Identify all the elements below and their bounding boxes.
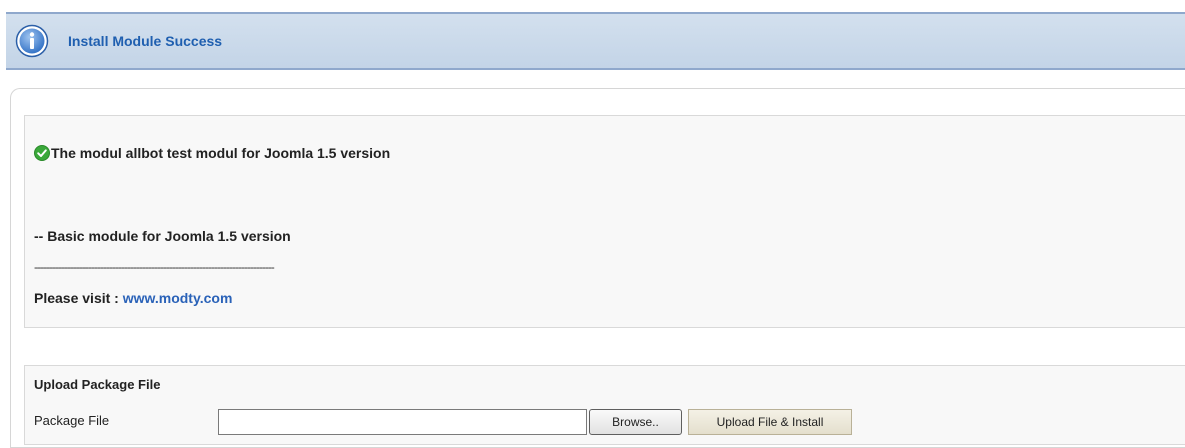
upload-title: Upload Package File (34, 377, 161, 392)
visit-link[interactable]: www.modty.com (123, 290, 233, 306)
module-installed-text: The modul allbot test modul for Joomla 1… (51, 145, 391, 161)
info-icon (14, 23, 50, 59)
upload-install-button[interactable]: Upload File & Install (688, 409, 852, 435)
separator-line: ----------------------------------------… (34, 260, 275, 274)
visit-label: Please visit : (34, 290, 119, 306)
browse-button[interactable]: Browse.. (589, 409, 682, 435)
package-file-input[interactable] (218, 409, 587, 435)
visit-line: Please visit : www.modty.com (34, 290, 232, 306)
package-file-label: Package File (34, 413, 110, 428)
module-installed-line: The modul allbot test modul for Joomla 1… (34, 145, 390, 164)
module-description: -- Basic module for Joomla 1.5 version (34, 228, 291, 244)
notice-banner: Install Module Success (6, 12, 1185, 70)
check-circle-icon (34, 145, 50, 164)
notice-title: Install Module Success (68, 33, 223, 49)
